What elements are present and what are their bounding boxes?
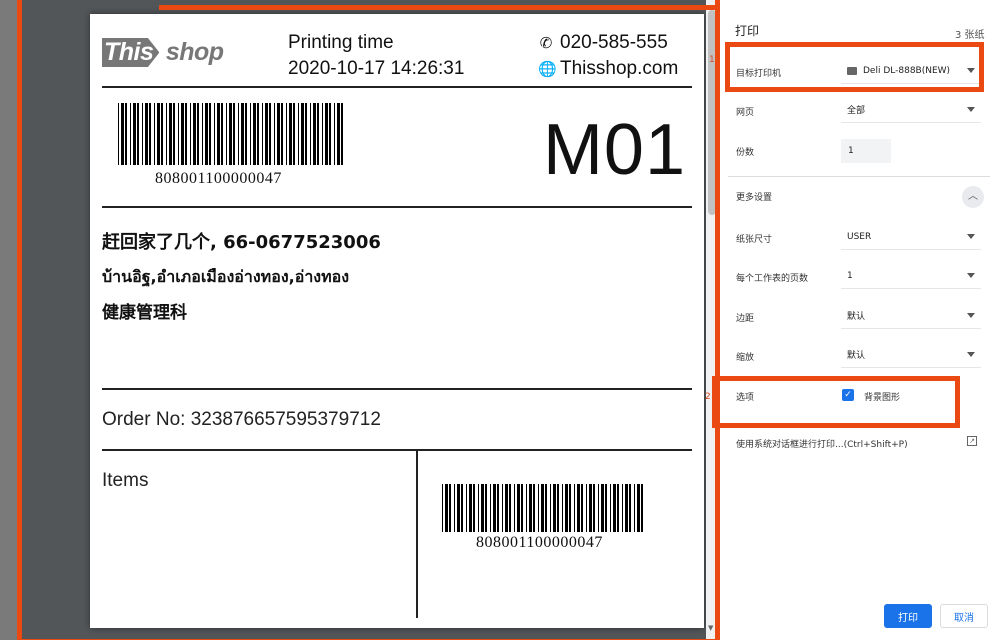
paper-size-select[interactable]: USER: [841, 224, 981, 250]
scale-value: 默认: [847, 351, 866, 361]
system-dialog-link[interactable]: 使用系统对话框进行打印...(Ctrl+Shift+P): [736, 437, 908, 450]
margins-label: 边距: [736, 314, 755, 324]
pages-per-sheet-label: 每个工作表的页数: [736, 274, 809, 284]
scale-select[interactable]: 默认: [841, 342, 981, 368]
chevron-down-icon: [967, 352, 975, 357]
margins-value: 默认: [847, 312, 866, 322]
pages-per-sheet-value: 1: [847, 270, 853, 281]
scale-label: 缩放: [736, 353, 755, 363]
annotation-box-top-bar: [159, 0, 719, 10]
copies-input[interactable]: 1: [841, 139, 891, 163]
chevron-up-icon[interactable]: ︿: [962, 186, 984, 208]
paper-size-label: 纸张尺寸: [736, 235, 773, 245]
chevron-down-icon: [967, 234, 975, 239]
divider: [728, 176, 990, 177]
chevron-down-icon: [967, 107, 975, 112]
sheet-count: 3 张纸: [955, 30, 985, 41]
copies-label: 份数: [736, 148, 755, 158]
annotation-box-destination: [725, 42, 984, 92]
pages-per-sheet-select[interactable]: 1: [841, 263, 981, 289]
pages-select[interactable]: 全部: [841, 97, 981, 123]
external-link-icon[interactable]: ↗: [967, 436, 977, 446]
more-settings-label[interactable]: 更多设置: [736, 190, 772, 203]
pages-label: 网页: [736, 108, 755, 118]
print-button[interactable]: 打印: [884, 604, 932, 628]
annotation-box-preview: [17, 0, 720, 640]
panel-title: 打印: [735, 24, 760, 38]
margins-select[interactable]: 默认: [841, 303, 981, 329]
annotation-box-options: [712, 376, 960, 428]
chevron-down-icon: [967, 273, 975, 278]
pages-value: 全部: [847, 106, 866, 116]
chevron-down-icon: [967, 313, 975, 318]
paper-size-value: USER: [847, 231, 872, 242]
cancel-button[interactable]: 取消: [940, 604, 988, 628]
